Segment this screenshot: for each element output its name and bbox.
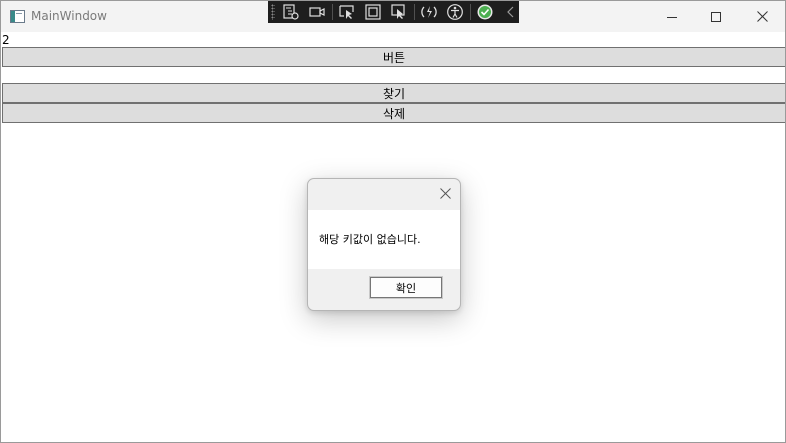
close-icon — [439, 187, 451, 199]
main-window: MainWindow 2 버튼 찾기 삭제 해당 키값이 없습니다. 확인 — [0, 0, 786, 443]
accessibility-icon[interactable] — [446, 3, 464, 21]
close-button[interactable] — [739, 1, 785, 32]
app-icon — [10, 10, 25, 23]
toolbar-grip[interactable] — [271, 4, 275, 20]
button[interactable]: 버튼 — [2, 47, 785, 67]
debug-toolbar — [268, 1, 519, 23]
window-title: MainWindow — [31, 9, 107, 23]
select-element-icon[interactable] — [338, 3, 356, 21]
toolbar-separator — [332, 4, 333, 20]
track-focus-icon[interactable] — [390, 3, 408, 21]
collapse-chevron-icon[interactable] — [502, 3, 520, 21]
visual-tree-icon[interactable] — [282, 3, 300, 21]
hot-reload-icon[interactable] — [420, 3, 438, 21]
toolbar-separator — [414, 4, 415, 20]
minimize-icon — [667, 16, 677, 18]
delete-button[interactable]: 삭제 — [2, 103, 785, 123]
toolbar-separator — [470, 4, 471, 20]
find-button[interactable]: 찾기 — [2, 83, 785, 103]
ok-button[interactable]: 확인 — [369, 276, 443, 299]
dialog-close-button[interactable] — [437, 185, 453, 201]
maximize-icon — [711, 11, 721, 22]
maximize-button[interactable] — [693, 1, 739, 32]
binding-check-icon[interactable] — [476, 3, 494, 21]
dialog-body: 해당 키값이 없습니다. — [308, 210, 460, 269]
minimize-button[interactable] — [649, 1, 695, 32]
display-layout-adorners-icon[interactable] — [364, 3, 382, 21]
counter-label: 2 — [2, 33, 10, 47]
close-icon — [756, 11, 768, 22]
dialog-message: 해당 키값이 없습니다. — [319, 233, 421, 246]
message-box: 해당 키값이 없습니다. 확인 — [307, 178, 461, 311]
record-icon[interactable] — [308, 3, 326, 21]
